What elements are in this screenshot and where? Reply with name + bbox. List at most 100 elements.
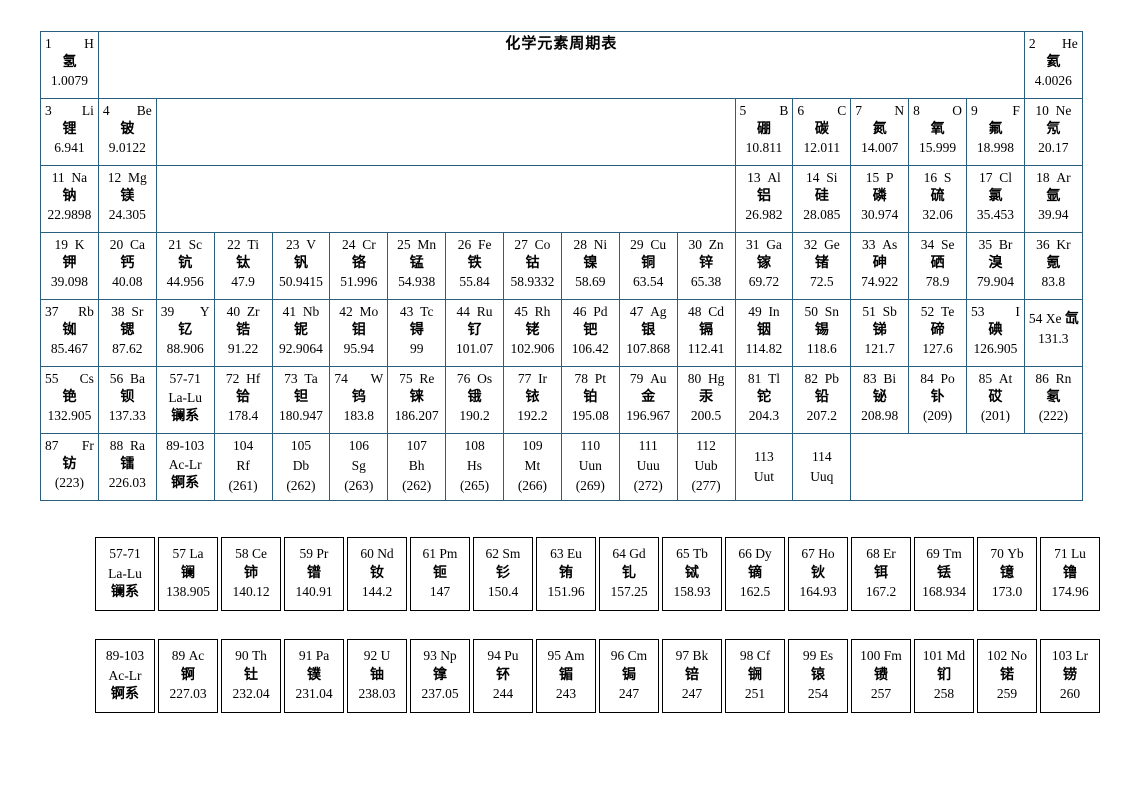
element-cell[interactable]: 100 Fm 镄 257 <box>851 639 911 713</box>
element-cell[interactable]: 61 Pm 钷 147 <box>410 537 470 611</box>
element-cell[interactable]: 109 Mt (266) <box>503 433 562 501</box>
element-cell[interactable]: 42 Mo 钼 95.94 <box>329 299 389 367</box>
element-cell[interactable]: 34 Se 硒 78.9 <box>908 232 967 300</box>
element-cell[interactable]: 70 Yb 镱 173.0 <box>977 537 1037 611</box>
element-cell[interactable]: 25 Mn 锰 54.938 <box>387 232 447 300</box>
element-cell[interactable]: 84 Po 钋 (209) <box>908 366 967 434</box>
element-cell[interactable]: 54 Xe 氙 131.3 <box>1023 299 1083 367</box>
element-cell[interactable]: 64 Gd 钆 157.25 <box>599 537 659 611</box>
element-cell[interactable]: 44 Ru 钌 101.07 <box>445 299 504 367</box>
element-cell[interactable]: 12 Mg 镁 24.305 <box>97 165 157 233</box>
element-cell[interactable]: 48 Cd 镉 112.41 <box>676 299 736 367</box>
element-cell[interactable]: 16 S 硫 32.06 <box>908 165 967 233</box>
element-cell[interactable]: 101 Md 钔 258 <box>914 639 974 713</box>
element-cell[interactable]: 45 Rh 铑 102.906 <box>503 299 562 367</box>
element-cell[interactable]: 97 Bk 锫 247 <box>662 639 722 713</box>
element-cell[interactable]: 103 Lr 铹 260 <box>1040 639 1100 713</box>
element-cell[interactable]: 98 Cf 锎 251 <box>725 639 785 713</box>
element-cell[interactable]: 94 Pu 钚 244 <box>473 639 533 713</box>
element-cell[interactable]: 80 Hg 汞 200.5 <box>676 366 736 434</box>
element-cell[interactable]: 75 Re 铼 186.207 <box>387 366 447 434</box>
element-cell[interactable]: 43 Tc 锝 99 <box>387 299 447 367</box>
element-cell[interactable]: 33 As 砷 74.922 <box>850 232 910 300</box>
element-cell[interactable]: 4 Be 铍 9.0122 <box>97 98 157 166</box>
element-cell[interactable]: 96 Cm 锔 247 <box>599 639 659 713</box>
element-cell[interactable]: 85 At 砹 (201) <box>966 366 1025 434</box>
element-cell[interactable]: 29 Cu 铜 63.54 <box>618 232 678 300</box>
element-cell[interactable]: 88 Ra 镭 226.03 <box>97 433 157 501</box>
element-cell[interactable]: 111 Uuu (272) <box>618 433 678 501</box>
element-cell[interactable]: 20 Ca 钙 40.08 <box>97 232 157 300</box>
element-cell[interactable]: 77 Ir 铱 192.2 <box>503 366 562 434</box>
element-cell[interactable]: 60 Nd 钕 144.2 <box>347 537 407 611</box>
element-cell[interactable]: 87 Fr 钫 (223) <box>40 433 99 501</box>
element-cell[interactable]: 90 Th 钍 232.04 <box>221 639 281 713</box>
element-cell[interactable]: 76 Os 锇 190.2 <box>445 366 504 434</box>
element-cell[interactable]: 40 Zr 锆 91.22 <box>213 299 273 367</box>
element-cell[interactable]: 53 I 碘 126.905 <box>966 299 1025 367</box>
element-cell[interactable]: 95 Am 镅 243 <box>536 639 596 713</box>
element-cell[interactable]: 59 Pr 镨 140.91 <box>284 537 344 611</box>
element-cell[interactable]: 58 Ce 铈 140.12 <box>221 537 281 611</box>
element-cell[interactable]: 106 Sg (263) <box>329 433 389 501</box>
element-cell[interactable]: 39 Y 钇 88.906 <box>155 299 215 367</box>
element-cell[interactable]: 6 C 碳 12.011 <box>792 98 852 166</box>
element-cell[interactable]: 52 Te 碲 127.6 <box>908 299 967 367</box>
element-cell[interactable]: 41 Nb 铌 92.9064 <box>271 299 331 367</box>
element-cell[interactable]: 81 Tl 铊 204.3 <box>734 366 794 434</box>
element-cell[interactable]: 105 Db (262) <box>271 433 331 501</box>
element-cell[interactable]: 3 Li 锂 6.941 <box>40 98 99 166</box>
element-cell[interactable]: 10 Ne 氖 20.17 <box>1023 98 1083 166</box>
element-cell[interactable]: 11 Na 钠 22.9898 <box>40 165 99 233</box>
element-cell[interactable]: 57 La 镧 138.905 <box>158 537 218 611</box>
element-cell[interactable]: 1 H 氢 1.0079 <box>40 31 99 99</box>
element-cell[interactable]: 68 Er 铒 167.2 <box>851 537 911 611</box>
element-cell[interactable]: 110 Uun (269) <box>560 433 620 501</box>
element-cell[interactable]: 22 Ti 钛 47.9 <box>213 232 273 300</box>
element-cell[interactable]: 2 He 氦 4.0026 <box>1023 31 1083 99</box>
element-cell[interactable]: 99 Es 锿 254 <box>788 639 848 713</box>
element-cell[interactable]: 63 Eu 铕 151.96 <box>536 537 596 611</box>
element-cell[interactable]: 67 Ho 钬 164.93 <box>788 537 848 611</box>
element-cell[interactable]: 19 K 钾 39.098 <box>40 232 99 300</box>
element-cell[interactable]: 56 Ba 钡 137.33 <box>97 366 157 434</box>
element-cell[interactable]: 107 Bh (262) <box>387 433 447 501</box>
element-cell[interactable]: 89 Ac 锕 227.03 <box>158 639 218 713</box>
element-cell[interactable]: 15 P 磷 30.974 <box>850 165 910 233</box>
element-cell[interactable]: 50 Sn 锡 118.6 <box>792 299 852 367</box>
element-cell[interactable]: 32 Ge 锗 72.5 <box>792 232 852 300</box>
element-cell[interactable]: 14 Si 硅 28.085 <box>792 165 852 233</box>
element-cell[interactable]: 66 Dy 镝 162.5 <box>725 537 785 611</box>
element-cell[interactable]: 13 Al 铝 26.982 <box>734 165 794 233</box>
element-cell[interactable]: 71 Lu 镥 174.96 <box>1040 537 1100 611</box>
element-cell[interactable]: 26 Fe 铁 55.84 <box>445 232 504 300</box>
element-cell[interactable]: 65 Tb 铽 158.93 <box>662 537 722 611</box>
element-cell[interactable]: 46 Pd 钯 106.42 <box>560 299 620 367</box>
element-cell[interactable]: 74 W 钨 183.8 <box>329 366 389 434</box>
element-cell[interactable]: 112 Uub (277) <box>676 433 736 501</box>
element-cell[interactable]: 24 Cr 铬 51.996 <box>329 232 389 300</box>
element-cell[interactable]: 93 Np 镎 237.05 <box>410 639 470 713</box>
element-cell[interactable]: 108 Hs (265) <box>445 433 504 501</box>
element-cell[interactable]: 49 In 铟 114.82 <box>734 299 794 367</box>
element-cell[interactable]: 78 Pt 铂 195.08 <box>560 366 620 434</box>
element-cell[interactable]: 69 Tm 铥 168.934 <box>914 537 974 611</box>
element-cell[interactable]: 113 Uut <box>734 433 794 501</box>
element-cell[interactable]: 35 Br 溴 79.904 <box>966 232 1025 300</box>
element-cell[interactable]: 114 Uuq <box>792 433 852 501</box>
element-cell[interactable]: 31 Ga 镓 69.72 <box>734 232 794 300</box>
element-cell[interactable]: 86 Rn 氡 (222) <box>1023 366 1083 434</box>
element-cell[interactable]: 9 F 氟 18.998 <box>966 98 1025 166</box>
element-cell[interactable]: 38 Sr 锶 87.62 <box>97 299 157 367</box>
element-cell[interactable]: 104 Rf (261) <box>213 433 273 501</box>
element-cell[interactable]: 55 Cs 铯 132.905 <box>40 366 99 434</box>
element-cell[interactable]: 23 V 钒 50.9415 <box>271 232 331 300</box>
element-cell[interactable]: 37 Rb 铷 85.467 <box>40 299 99 367</box>
element-cell[interactable]: 91 Pa 镤 231.04 <box>284 639 344 713</box>
element-cell[interactable]: 18 Ar 氩 39.94 <box>1023 165 1083 233</box>
element-cell[interactable]: 8 O 氧 15.999 <box>908 98 967 166</box>
series-placeholder-cell[interactable]: 89-103 Ac-Lr 锕系 <box>155 433 215 501</box>
element-cell[interactable]: 62 Sm 钐 150.4 <box>473 537 533 611</box>
element-cell[interactable]: 72 Hf 铪 178.4 <box>213 366 273 434</box>
element-cell[interactable]: 28 Ni 镍 58.69 <box>560 232 620 300</box>
